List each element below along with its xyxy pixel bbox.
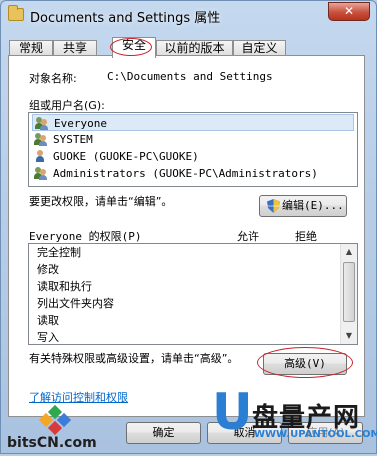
- scroll-up-icon[interactable]: ▲: [341, 244, 357, 260]
- permissions-scrollbar[interactable]: ▲ ▼: [340, 244, 357, 344]
- security-panel: 对象名称: C:\Documents and Settings 组或用户名(G)…: [8, 55, 365, 417]
- scroll-thumb[interactable]: [343, 262, 355, 322]
- user-name: SYSTEM: [53, 133, 93, 146]
- allow-header: 允许: [237, 230, 259, 243]
- uac-shield-icon: [267, 199, 280, 213]
- list-item: 完全控制: [37, 246, 81, 259]
- user-name: GUOKE (GUOKE-PC\GUOKE): [53, 150, 199, 163]
- group-icon: [35, 117, 49, 130]
- list-item: 写入: [37, 331, 59, 344]
- edit-button[interactable]: 编辑(E)...: [259, 195, 347, 217]
- list-item: 修改: [37, 263, 59, 276]
- list-item[interactable]: SYSTEM: [32, 131, 354, 148]
- user-icon: [34, 150, 48, 163]
- group-users-label: 组或用户名(G):: [29, 99, 105, 112]
- advanced-text: 有关特殊权限或高级设置，请单击“高级”。: [29, 352, 239, 365]
- edit-button-label: 编辑(E)...: [282, 199, 344, 212]
- highlight-oval: [110, 38, 152, 56]
- list-item[interactable]: GUOKE (GUOKE-PC\GUOKE): [32, 148, 354, 165]
- list-item[interactable]: Administrators (GUOKE-PC\Administrators): [32, 165, 354, 182]
- permissions-for-label: Everyone 的权限(P): [29, 230, 142, 243]
- deny-header: 拒绝: [295, 230, 317, 243]
- permissions-list[interactable]: 完全控制 修改 读取和执行 列出文件夹内容 读取 写入 ▲ ▼: [28, 243, 358, 345]
- bitscn-watermark: bitsCN.com: [3, 401, 103, 453]
- window-title: Documents and Settings 属性: [30, 11, 221, 26]
- group-icon: [34, 133, 48, 146]
- object-name-label: 对象名称:: [29, 72, 77, 85]
- list-item: 列出文件夹内容: [37, 297, 114, 310]
- upantool-watermark: U 盘量产网 WWW.UPANTOOL.COM: [212, 383, 377, 449]
- user-name: Administrators (GUOKE-PC\Administrators): [53, 167, 318, 180]
- upan-url: WWW.UPANTOOL.COM: [254, 429, 377, 440]
- list-item[interactable]: Everyone: [32, 114, 354, 131]
- object-name-value: C:\Documents and Settings: [107, 70, 273, 83]
- properties-window: Documents and Settings 属性 ✕ 常规 共享 安全 以前的…: [0, 0, 377, 454]
- close-button[interactable]: ✕: [328, 2, 370, 21]
- highlight-oval: [257, 347, 353, 378]
- title-bar[interactable]: Documents and Settings 属性 ✕: [1, 1, 376, 33]
- bitscn-text: bitsCN.com: [7, 435, 97, 451]
- change-permissions-text: 要更改权限，请单击“编辑”。: [29, 195, 173, 208]
- list-item: 读取和执行: [37, 280, 92, 293]
- tab-security[interactable]: 安全: [110, 37, 156, 58]
- folder-icon: [8, 5, 24, 21]
- group-icon: [34, 167, 48, 180]
- scroll-down-icon[interactable]: ▼: [341, 328, 357, 344]
- user-name: Everyone: [54, 117, 107, 130]
- upan-letter: U: [212, 383, 253, 441]
- ok-button[interactable]: 确定: [126, 422, 201, 444]
- users-list[interactable]: Everyone SYSTEM GUOKE (GUOKE-PC\GUOKE) A…: [28, 112, 358, 187]
- list-item: 读取: [37, 314, 59, 327]
